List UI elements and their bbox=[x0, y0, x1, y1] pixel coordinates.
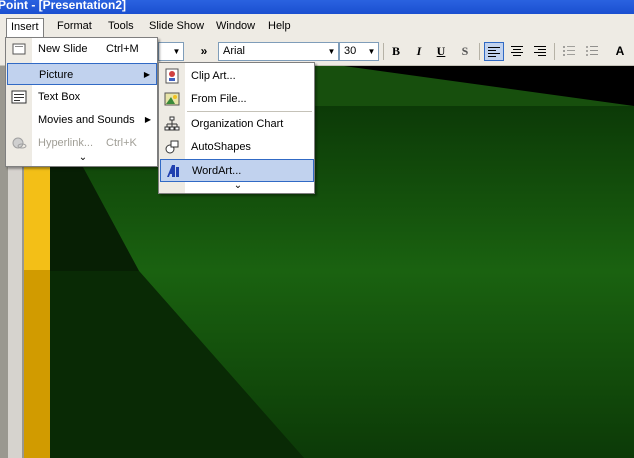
autoshapes-icon bbox=[165, 140, 179, 154]
wordart-icon bbox=[167, 165, 179, 177]
menu-item-label: Picture bbox=[39, 69, 74, 81]
submenu-item-label: Organization Chart bbox=[191, 118, 284, 130]
menu-item-text-box[interactable]: Text Box bbox=[7, 86, 157, 108]
hyperlink-icon bbox=[12, 137, 27, 149]
new-slide-icon bbox=[12, 43, 26, 55]
submenu-arrow-icon: ▶ bbox=[144, 115, 151, 124]
submenu-item-autoshapes[interactable]: AutoShapes bbox=[160, 136, 314, 159]
text-box-icon bbox=[11, 90, 27, 104]
submenu-item-label: Clip Art... bbox=[191, 70, 236, 82]
menu-item-label: Hyperlink... bbox=[38, 137, 94, 149]
font-size-a-icon: A bbox=[615, 44, 625, 58]
submenu-item-organization-chart[interactable]: Organization Chart bbox=[160, 113, 314, 136]
menu-insert[interactable]: Insert bbox=[6, 18, 44, 38]
menu-item-label: Movies and Sounds bbox=[38, 114, 135, 126]
insert-menu: New Slide Ctrl+M Picture ▶ Text Box Movi… bbox=[5, 37, 158, 167]
picture-submenu: Clip Art... From File... Organization Ch… bbox=[158, 62, 315, 194]
align-left-icon bbox=[488, 47, 500, 57]
menu-window[interactable]: Window bbox=[212, 18, 259, 34]
menu-item-picture[interactable]: Picture ▶ bbox=[7, 63, 157, 85]
window-title: Point - [Presentation2] bbox=[0, 0, 127, 12]
font-size-combo[interactable]: 30 ▼ bbox=[339, 42, 379, 61]
font-size-value: 30 bbox=[344, 45, 357, 57]
org-chart-icon bbox=[164, 116, 180, 131]
menu-slide-show[interactable]: Slide Show bbox=[145, 18, 208, 34]
numbering-button[interactable] bbox=[559, 42, 579, 61]
menu-tools[interactable]: Tools bbox=[104, 18, 138, 34]
title-bar: Point - [Presentation2] bbox=[0, 0, 634, 14]
font-name-value: Arial bbox=[223, 45, 246, 57]
menu-expand-icon[interactable]: ⌄ bbox=[73, 153, 93, 163]
toolbar-separator bbox=[383, 43, 384, 60]
toolbar-more-button[interactable]: » bbox=[194, 42, 214, 61]
font-size-arrow-icon[interactable]: ▼ bbox=[365, 43, 378, 60]
toolbar-separator bbox=[554, 43, 555, 60]
menu-item-label: Text Box bbox=[38, 91, 81, 103]
menu-item-shortcut: Ctrl+K bbox=[106, 137, 137, 149]
toolbar-separator bbox=[479, 43, 480, 60]
submenu-item-from-file[interactable]: From File... bbox=[160, 88, 314, 111]
menu-bar: Insert Format Tools Slide Show Window He… bbox=[0, 14, 634, 38]
italic-button[interactable]: I bbox=[409, 42, 429, 61]
align-center-button[interactable] bbox=[507, 42, 527, 61]
submenu-item-clip-art[interactable]: Clip Art... bbox=[160, 65, 314, 88]
toolbar-combo-partial[interactable]: ▼ bbox=[158, 42, 184, 61]
bullets-button[interactable] bbox=[582, 42, 602, 61]
shadow-button[interactable]: S bbox=[455, 42, 475, 61]
submenu-item-label: AutoShapes bbox=[191, 141, 251, 153]
from-file-icon bbox=[164, 92, 180, 106]
menu-item-hyperlink[interactable]: Hyperlink... Ctrl+K bbox=[7, 132, 157, 154]
align-left-button[interactable] bbox=[484, 42, 504, 61]
combo-arrow-icon: ▼ bbox=[172, 47, 181, 56]
font-name-combo[interactable]: Arial ▼ bbox=[218, 42, 339, 61]
submenu-arrow-icon: ▶ bbox=[143, 70, 150, 79]
submenu-item-wordart[interactable]: WordArt... bbox=[160, 159, 314, 182]
underline-button[interactable]: U bbox=[431, 42, 451, 61]
clip-art-icon bbox=[165, 68, 179, 84]
bold-button[interactable]: B bbox=[386, 42, 406, 61]
align-right-button[interactable] bbox=[530, 42, 550, 61]
menu-item-new-slide[interactable]: New Slide Ctrl+M bbox=[7, 38, 157, 60]
menu-item-movies-and-sounds[interactable]: Movies and Sounds ▶ bbox=[7, 109, 157, 131]
bullets-icon bbox=[586, 46, 598, 56]
font-name-arrow-icon[interactable]: ▼ bbox=[325, 43, 338, 60]
numbering-icon bbox=[563, 46, 575, 56]
menu-help[interactable]: Help bbox=[264, 18, 295, 34]
align-center-icon bbox=[511, 46, 523, 56]
menu-item-shortcut: Ctrl+M bbox=[106, 43, 139, 55]
menu-format[interactable]: Format bbox=[53, 18, 96, 34]
menu-item-label: New Slide bbox=[38, 43, 88, 55]
menu-separator bbox=[187, 111, 312, 112]
menu-expand-icon[interactable]: ⌄ bbox=[228, 181, 248, 191]
submenu-item-label: From File... bbox=[191, 93, 247, 105]
increase-font-button[interactable]: A bbox=[610, 42, 630, 61]
align-right-icon bbox=[534, 46, 546, 56]
